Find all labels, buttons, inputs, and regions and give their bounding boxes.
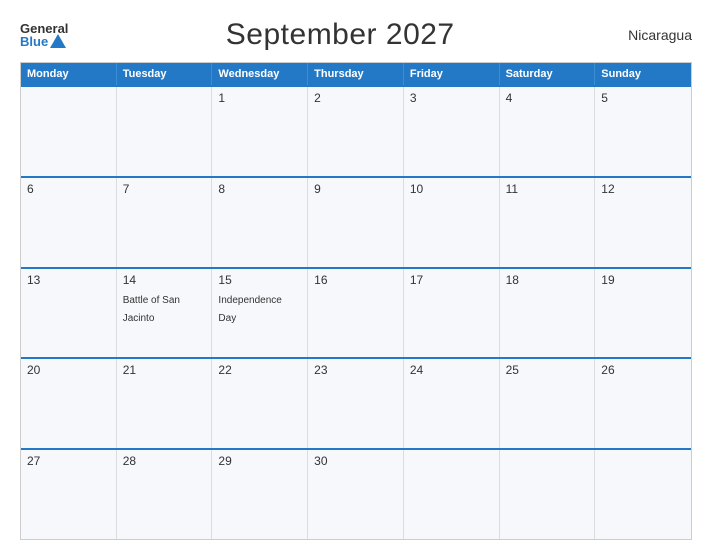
calendar-grid: Monday Tuesday Wednesday Thursday Friday… (20, 62, 692, 540)
day-cell-8: 8 (212, 178, 308, 267)
weeks-container: 1 2 3 4 5 6 (21, 85, 691, 539)
header: General Blue September 2027 Nicaragua (20, 18, 692, 52)
day-cell-7: 7 (117, 178, 213, 267)
logo: General Blue (20, 22, 68, 48)
header-tuesday: Tuesday (117, 63, 213, 85)
day-cell-6: 6 (21, 178, 117, 267)
week-row-1: 1 2 3 4 5 (21, 85, 691, 176)
country-label: Nicaragua (612, 27, 692, 43)
day-cell-empty (500, 450, 596, 539)
header-thursday: Thursday (308, 63, 404, 85)
day-cell-23: 23 (308, 359, 404, 448)
logo-blue-text: Blue (20, 35, 68, 48)
day-cell-26: 26 (595, 359, 691, 448)
day-cell-24: 24 (404, 359, 500, 448)
day-cell-18: 18 (500, 269, 596, 358)
week-row-3: 13 14 Battle of San Jacinto 15 Independe… (21, 267, 691, 358)
day-headers-row: Monday Tuesday Wednesday Thursday Friday… (21, 63, 691, 85)
header-monday: Monday (21, 63, 117, 85)
calendar-title: September 2027 (68, 18, 612, 52)
day-cell-1: 1 (212, 87, 308, 176)
day-cell-22: 22 (212, 359, 308, 448)
day-cell-3: 3 (404, 87, 500, 176)
day-cell-11: 11 (500, 178, 596, 267)
day-cell-9: 9 (308, 178, 404, 267)
header-sunday: Sunday (595, 63, 691, 85)
day-cell-15: 15 Independence Day (212, 269, 308, 358)
header-saturday: Saturday (500, 63, 596, 85)
header-wednesday: Wednesday (212, 63, 308, 85)
day-cell-27: 27 (21, 450, 117, 539)
day-cell-empty (595, 450, 691, 539)
day-cell-20: 20 (21, 359, 117, 448)
calendar-page: General Blue September 2027 Nicaragua Mo… (0, 0, 712, 550)
day-cell-25: 25 (500, 359, 596, 448)
week-row-2: 6 7 8 9 10 11 12 (21, 176, 691, 267)
day-cell-empty (404, 450, 500, 539)
day-cell-19: 19 (595, 269, 691, 358)
day-cell-28: 28 (117, 450, 213, 539)
week-row-5: 27 28 29 30 (21, 448, 691, 539)
logo-triangle-icon (50, 34, 66, 48)
day-cell-5: 5 (595, 87, 691, 176)
day-cell-17: 17 (404, 269, 500, 358)
day-cell-30: 30 (308, 450, 404, 539)
day-cell-12: 12 (595, 178, 691, 267)
day-cell-29: 29 (212, 450, 308, 539)
day-cell-2: 2 (308, 87, 404, 176)
day-cell-21: 21 (117, 359, 213, 448)
day-cell-empty (21, 87, 117, 176)
day-cell-10: 10 (404, 178, 500, 267)
week-row-4: 20 21 22 23 24 25 26 (21, 357, 691, 448)
day-cell-empty (117, 87, 213, 176)
day-cell-16: 16 (308, 269, 404, 358)
day-cell-4: 4 (500, 87, 596, 176)
day-cell-13: 13 (21, 269, 117, 358)
header-friday: Friday (404, 63, 500, 85)
day-cell-14: 14 Battle of San Jacinto (117, 269, 213, 358)
